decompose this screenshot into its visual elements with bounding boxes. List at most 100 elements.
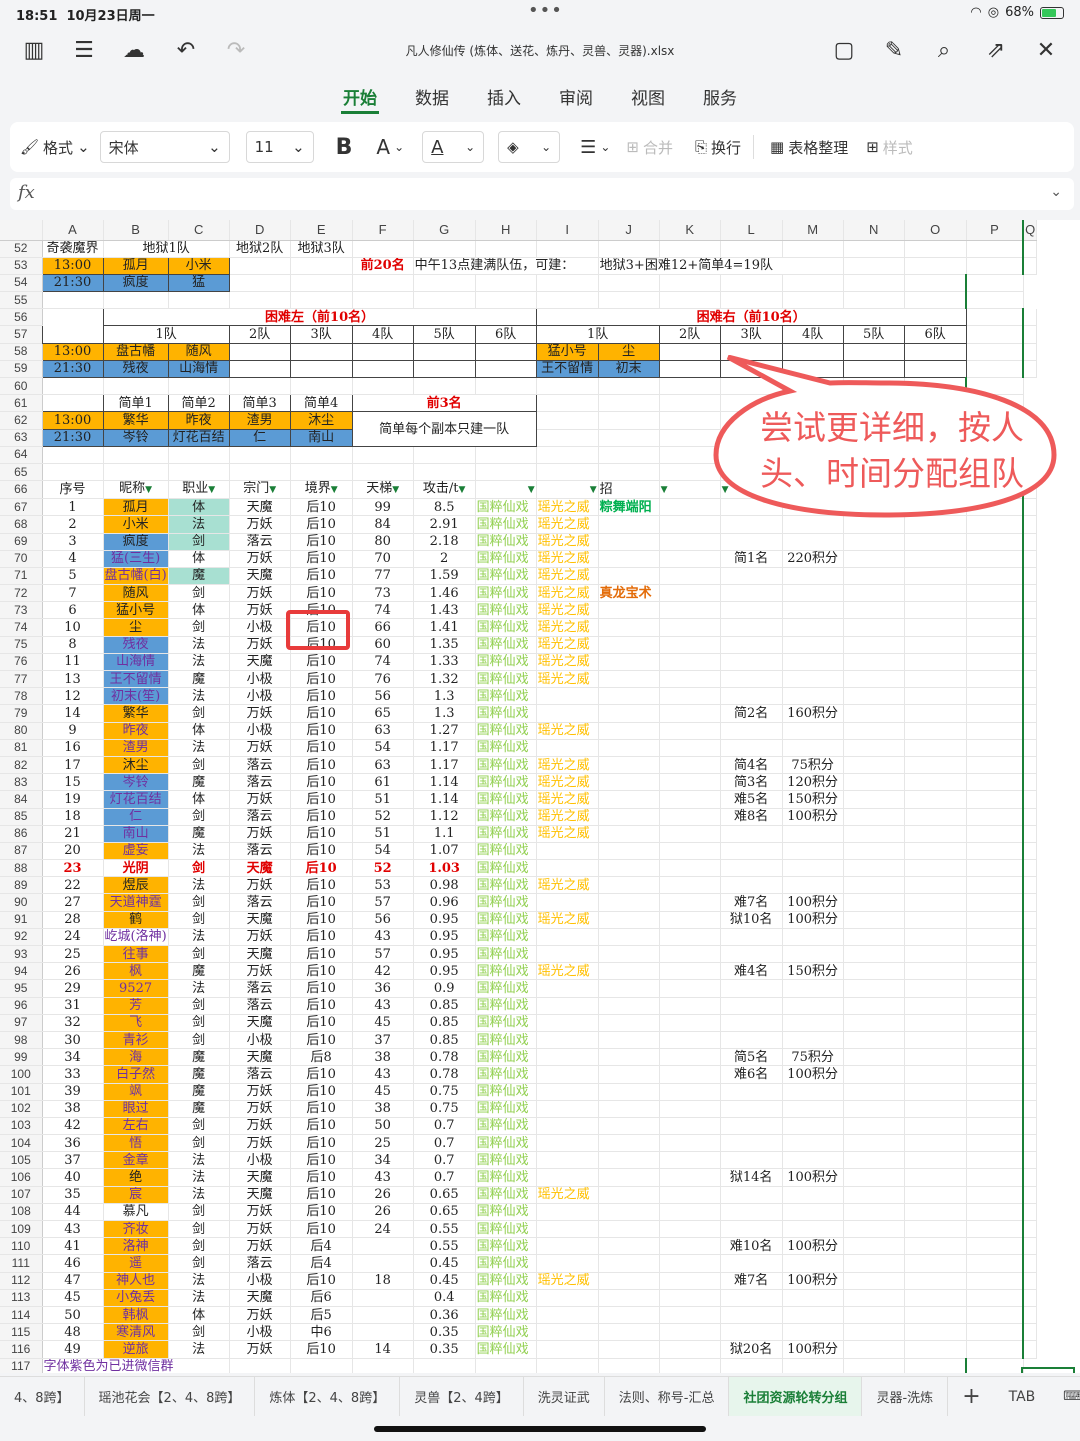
row-header[interactable]: 101	[0, 1083, 43, 1101]
nickname-cell[interactable]: 宸	[103, 1186, 169, 1204]
keyboard-icon[interactable]: ⌨	[1049, 1377, 1080, 1416]
tab-view[interactable]: 视图	[629, 84, 667, 114]
nickname-cell[interactable]: 青衫	[103, 1031, 169, 1050]
skill-cell[interactable]: 瑶光之威	[536, 601, 599, 620]
realm-cell[interactable]: 后10	[290, 550, 353, 568]
row-header[interactable]: 93	[0, 945, 43, 964]
ladder-cell[interactable]	[352, 1289, 414, 1307]
rank-cell[interactable]: 难10名	[720, 1237, 783, 1256]
cell[interactable]: 3队	[719, 325, 783, 344]
class-cell[interactable]: 法	[168, 515, 230, 534]
sect-cell[interactable]: 小极	[229, 687, 291, 706]
nickname-cell[interactable]: 疯度	[103, 533, 169, 551]
nickname-cell[interactable]: 盘古幡(白)	[103, 567, 169, 586]
row-header[interactable]: 69	[0, 533, 43, 551]
skill-cell[interactable]	[598, 997, 660, 1015]
skill-cell[interactable]	[598, 533, 660, 551]
rank-cell[interactable]	[720, 825, 783, 843]
attack-cell[interactable]: 1.07	[413, 842, 476, 861]
class-cell[interactable]: 剑	[168, 1323, 230, 1342]
col-header[interactable]: P	[966, 220, 1024, 241]
header-cell[interactable]: ▼	[536, 480, 599, 500]
col-header[interactable]: F	[352, 220, 414, 241]
class-cell[interactable]: 体	[168, 790, 230, 809]
row-header[interactable]: 113	[0, 1289, 43, 1307]
class-cell[interactable]: 体	[168, 498, 230, 517]
cell[interactable]: 地狱3队	[290, 240, 353, 258]
points-cell[interactable]	[782, 842, 844, 861]
nickname-cell[interactable]: 眼过	[103, 1100, 169, 1118]
skill-cell[interactable]: 瑶光之威	[536, 653, 599, 672]
ladder-cell[interactable]: 26	[352, 1186, 414, 1204]
cell[interactable]: 13:00	[41, 411, 104, 430]
rank-cell[interactable]: 狱20名	[720, 1340, 783, 1359]
class-cell[interactable]: 剑	[168, 584, 230, 603]
cell[interactable]: 地狱2队	[229, 240, 291, 258]
attack-cell[interactable]: 1.41	[413, 618, 476, 637]
points-cell[interactable]: 100积分	[782, 1065, 844, 1084]
sheet-tab[interactable]: 瑶池花会【2、4、8跨】	[85, 1377, 256, 1416]
seq-cell[interactable]: 29	[42, 979, 104, 998]
skill-cell[interactable]: 国粹仙戏	[475, 533, 537, 551]
sect-cell[interactable]: 万妖	[229, 825, 291, 843]
ladder-cell[interactable]: 56	[352, 687, 414, 706]
points-cell[interactable]	[782, 1100, 844, 1118]
skill-cell[interactable]: 瑶光之威	[536, 533, 599, 551]
class-cell[interactable]: 法	[168, 1340, 230, 1359]
nickname-cell[interactable]: 沐尘	[103, 756, 169, 775]
seq-cell[interactable]: 35	[42, 1186, 104, 1204]
skill-cell[interactable]: 国粹仙戏	[475, 1134, 537, 1153]
realm-cell[interactable]: 后10	[290, 687, 353, 706]
ladder-cell[interactable]: 37	[352, 1031, 414, 1050]
points-cell[interactable]	[782, 1220, 844, 1239]
sheet-tab[interactable]: 法则、称号-汇总	[605, 1377, 730, 1416]
sect-cell[interactable]: 天魔	[229, 498, 291, 517]
skill-cell[interactable]	[536, 704, 599, 723]
class-cell[interactable]: 法	[168, 979, 230, 998]
skill-cell[interactable]	[598, 1340, 660, 1359]
attack-cell[interactable]: 0.9	[413, 979, 476, 998]
skill-cell[interactable]	[536, 739, 599, 757]
skill-cell[interactable]: 真龙宝术	[598, 584, 660, 603]
skill-cell[interactable]: 国粹仙戏	[475, 1237, 537, 1256]
class-cell[interactable]: 法	[168, 928, 230, 947]
attack-cell[interactable]: 1.17	[413, 739, 476, 757]
skill-cell[interactable]: 国粹仙戏	[475, 756, 537, 775]
rank-cell[interactable]: 难8名	[720, 808, 783, 826]
class-cell[interactable]: 法	[168, 636, 230, 654]
nickname-cell[interactable]: 枫	[103, 962, 169, 981]
attack-cell[interactable]: 0.95	[413, 945, 476, 964]
realm-cell[interactable]: 中6	[290, 1323, 353, 1342]
filter-dropdown-icon[interactable]: ▼	[208, 485, 215, 495]
rank-cell[interactable]	[720, 1100, 783, 1118]
points-cell[interactable]	[782, 1151, 844, 1170]
realm-cell[interactable]: 后10	[290, 670, 353, 689]
menu-icon[interactable]: ☰	[70, 36, 98, 64]
class-cell[interactable]: 法	[168, 1151, 230, 1170]
sect-cell[interactable]: 天魔	[229, 653, 291, 672]
seq-cell[interactable]: 46	[42, 1254, 104, 1273]
sect-cell[interactable]: 万妖	[229, 876, 291, 895]
class-cell[interactable]: 剑	[168, 1203, 230, 1222]
skill-cell[interactable]: 国粹仙戏	[475, 945, 537, 964]
nickname-cell[interactable]: 飒	[103, 1083, 169, 1101]
class-cell[interactable]: 法	[168, 1289, 230, 1307]
skill-cell[interactable]: 瑶光之威	[536, 498, 599, 517]
realm-cell[interactable]: 后10	[290, 584, 353, 603]
cell[interactable]: 残夜	[102, 359, 169, 379]
skill-cell[interactable]: 国粹仙戏	[475, 893, 537, 912]
skill-cell[interactable]	[598, 515, 660, 534]
filter-dropdown-icon[interactable]: ▼	[145, 485, 152, 495]
skill-cell[interactable]	[598, 1203, 660, 1222]
points-cell[interactable]	[782, 533, 844, 551]
skill-cell[interactable]	[598, 790, 660, 809]
points-cell[interactable]	[782, 670, 844, 689]
rank-cell[interactable]	[720, 1117, 783, 1136]
attack-cell[interactable]: 0.78	[413, 1065, 476, 1084]
class-cell[interactable]: 魔	[168, 1083, 230, 1101]
points-cell[interactable]: 100积分	[782, 1272, 844, 1290]
class-cell[interactable]: 体	[168, 1306, 230, 1325]
seq-cell[interactable]: 39	[42, 1083, 104, 1101]
nickname-cell[interactable]: 尘	[103, 618, 169, 637]
skill-cell[interactable]	[598, 636, 660, 654]
